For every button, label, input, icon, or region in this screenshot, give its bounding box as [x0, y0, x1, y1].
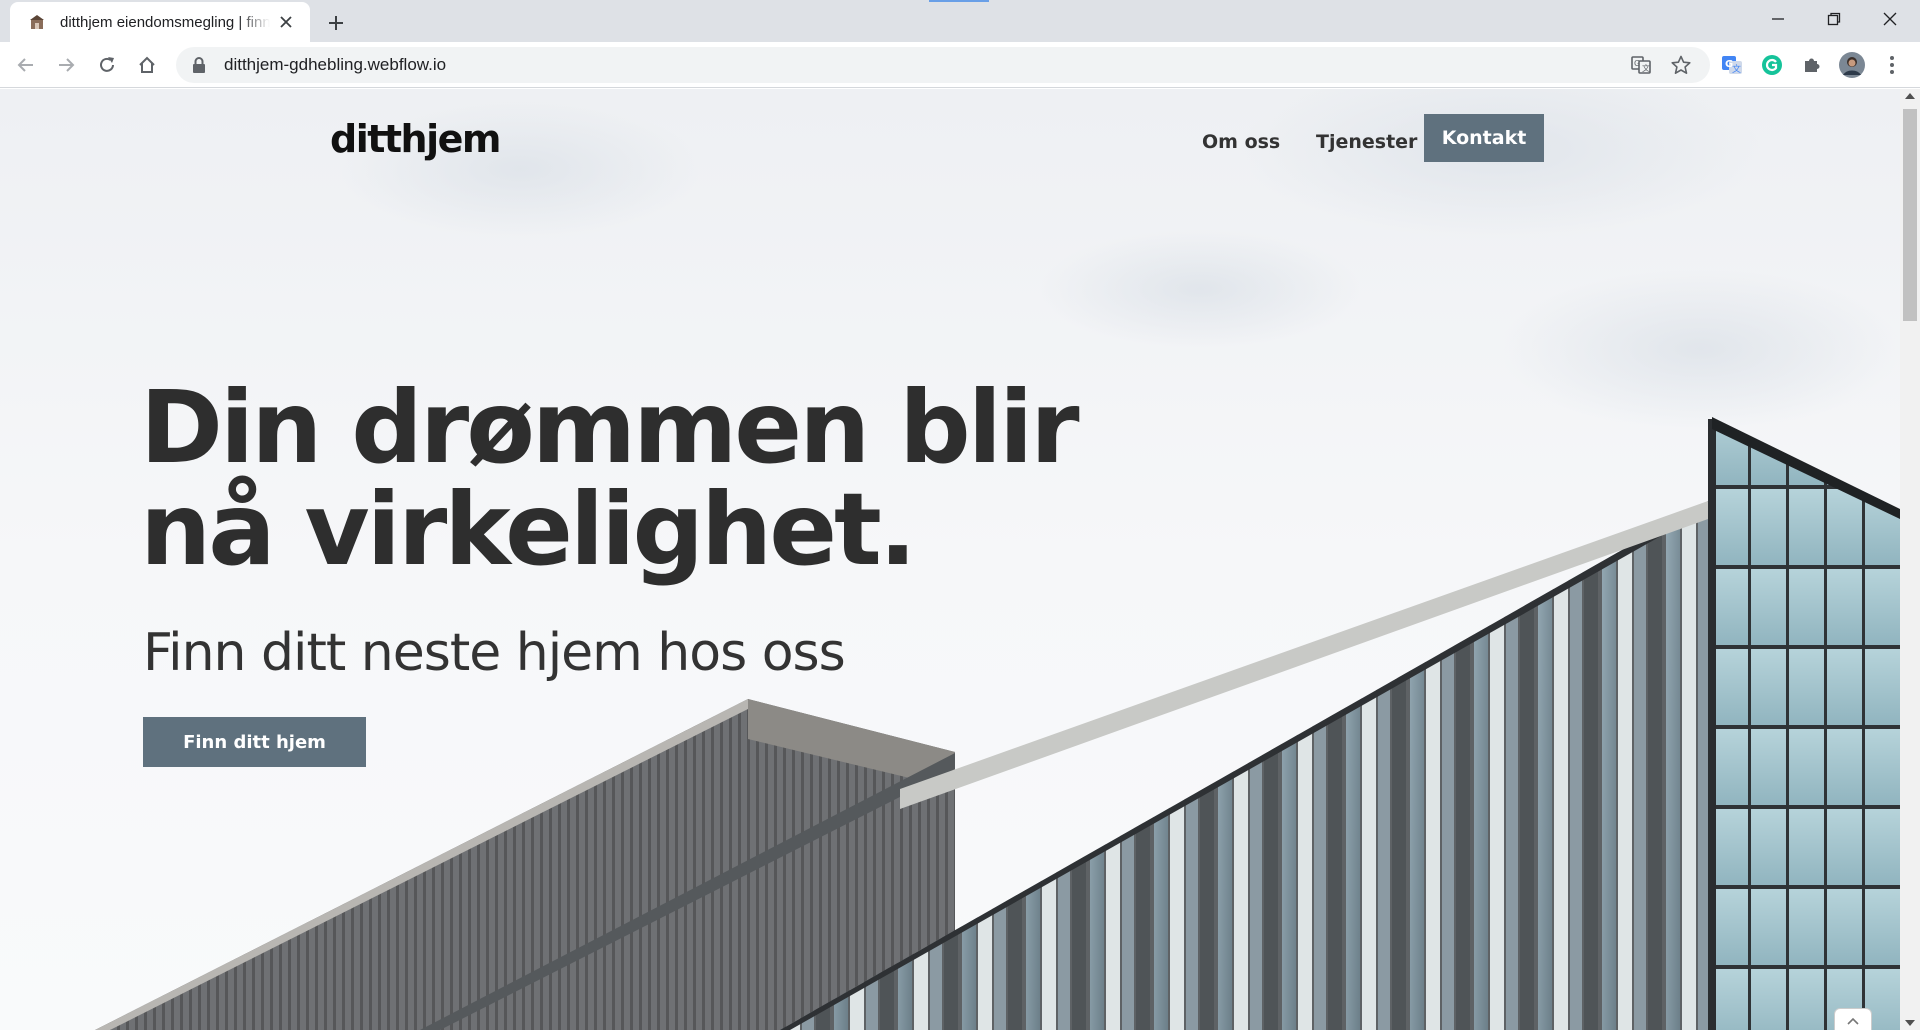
hero-heading-line-1: Din drømmen blir: [140, 369, 1080, 486]
nav-contact-button[interactable]: Kontakt: [1424, 114, 1544, 162]
svg-text:文: 文: [1642, 63, 1650, 73]
tab-close-icon[interactable]: [276, 12, 296, 32]
page-scrollbar[interactable]: [1900, 89, 1920, 1030]
browser-tab[interactable]: ditthjem eiendomsmegling | finn ditt nes…: [10, 2, 310, 42]
home-icon[interactable]: [131, 49, 163, 81]
grammarly-icon[interactable]: [1756, 49, 1788, 81]
restore-icon[interactable]: [1806, 0, 1862, 38]
chevron-up-icon[interactable]: [1834, 1008, 1872, 1030]
svg-text:G: G: [1634, 59, 1640, 68]
extensions-puzzle-icon[interactable]: [1796, 49, 1828, 81]
hero-heading: Din drømmen blir nå virkelighet.: [140, 377, 1240, 581]
address-bar[interactable]: ditthjem-gdhebling.webflow.io G文: [176, 47, 1710, 83]
nav-link-tjenester[interactable]: Tjenester: [1316, 131, 1417, 153]
scrollbar-thumb[interactable]: [1903, 109, 1917, 321]
address-url: ditthjem-gdhebling.webflow.io: [224, 55, 447, 74]
reload-icon[interactable]: [91, 49, 123, 81]
tab-strip-accent: [929, 0, 989, 2]
page-viewport: ditthjem Om oss Tjenester Kontakt Din dr…: [0, 89, 1900, 1030]
scroll-up-arrow-icon[interactable]: [1905, 93, 1915, 99]
find-home-button[interactable]: Finn ditt hjem: [143, 717, 366, 767]
browser-toolbar: ditthjem-gdhebling.webflow.io G文 G文: [0, 42, 1920, 88]
forward-arrow-icon[interactable]: [50, 49, 82, 81]
hero-subheading: Finn ditt neste hjem hos oss: [143, 623, 846, 683]
site-logo[interactable]: ditthjem: [330, 117, 502, 161]
lock-icon[interactable]: [192, 57, 206, 73]
tab-title: ditthjem eiendomsmegling | finn ditt nes…: [60, 13, 270, 31]
tab-strip: ditthjem eiendomsmegling | finn ditt nes…: [0, 0, 1920, 42]
menu-kebab-icon[interactable]: [1876, 49, 1908, 81]
nav-link-om-oss[interactable]: Om oss: [1202, 131, 1280, 153]
plus-icon[interactable]: [322, 9, 350, 37]
google-translate-extension-icon[interactable]: G文: [1716, 49, 1748, 81]
close-icon[interactable]: [1862, 0, 1918, 38]
profile-avatar[interactable]: [1836, 49, 1868, 81]
house-favicon-icon: [26, 13, 48, 31]
svg-text:文: 文: [1732, 63, 1741, 75]
bookmark-star-icon[interactable]: [1665, 49, 1697, 81]
minimize-icon[interactable]: [1750, 0, 1806, 38]
translate-icon[interactable]: G文: [1625, 49, 1657, 81]
hero-heading-line-2: nå virkelighet.: [140, 471, 917, 588]
scroll-down-arrow-icon[interactable]: [1905, 1020, 1915, 1026]
back-arrow-icon[interactable]: [10, 49, 42, 81]
